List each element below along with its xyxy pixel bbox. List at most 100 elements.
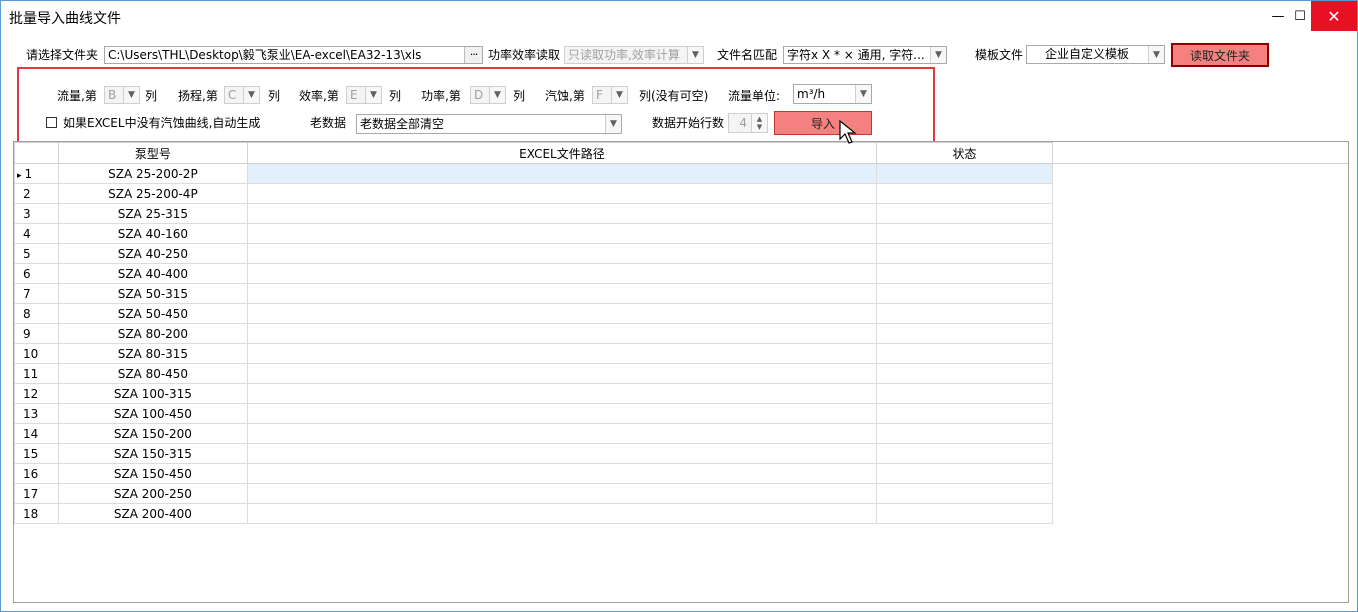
cell-model[interactable]: SZA 150-315 (57, 443, 248, 464)
start-row-stepper[interactable]: 4 ▲ ▼ (728, 113, 768, 133)
cell-model[interactable]: SZA 80-450 (57, 363, 248, 384)
cell-model[interactable]: SZA 40-400 (57, 263, 248, 284)
table-row[interactable]: ▸ 1 SZA 25-200-2P (14, 163, 1349, 184)
cell-excel-path[interactable] (246, 403, 878, 424)
cell-excel-path[interactable] (246, 443, 878, 464)
table-row[interactable]: 12 SZA 100-315 (14, 383, 1349, 404)
cell-model[interactable]: SZA 40-250 (57, 243, 248, 264)
cell-excel-path[interactable] (246, 263, 878, 284)
cell-model[interactable]: SZA 50-315 (57, 283, 248, 304)
flow-unit-select[interactable]: m³/h ▼ (793, 84, 872, 104)
cell-model[interactable]: SZA 40-160 (57, 223, 248, 244)
table-row[interactable]: 7 SZA 50-315 (14, 283, 1349, 304)
row-number[interactable]: 13 (14, 403, 59, 424)
cell-excel-path[interactable] (246, 383, 878, 404)
close-button[interactable]: ✕ (1311, 1, 1357, 31)
row-number[interactable]: 15 (14, 443, 59, 464)
cell-status[interactable] (876, 483, 1053, 504)
template-select[interactable]: 企业自定义模板 ▼ (1026, 45, 1165, 64)
row-number[interactable]: 7 (14, 283, 59, 304)
cell-excel-path[interactable] (246, 183, 878, 204)
cell-excel-path[interactable] (246, 323, 878, 344)
row-number[interactable]: 5 (14, 243, 59, 264)
table-row[interactable]: 5 SZA 40-250 (14, 243, 1349, 264)
pump-data-grid[interactable]: 泵型号 EXCEL文件路径 状态 ▸ 1 SZA 25-200-2P 2 SZA 25-… (13, 141, 1349, 603)
cell-model[interactable]: SZA 25-315 (57, 203, 248, 224)
head-col-select[interactable]: C ▼ (224, 86, 260, 104)
table-row[interactable]: 6 SZA 40-400 (14, 263, 1349, 284)
cell-status[interactable] (876, 403, 1053, 424)
old-data-select[interactable]: 老数据全部清空 ▼ (356, 114, 622, 134)
table-row[interactable]: 11 SZA 80-450 (14, 363, 1349, 384)
cell-excel-path[interactable] (246, 283, 878, 304)
cell-status[interactable] (876, 463, 1053, 484)
folder-path-input[interactable]: C:\Users\THL\Desktop\毅飞泵业\EA-excel\EA32-… (104, 46, 483, 64)
table-row[interactable]: 10 SZA 80-315 (14, 343, 1349, 364)
cell-status[interactable] (876, 303, 1053, 324)
row-number[interactable]: 9 (14, 323, 59, 344)
table-row[interactable]: 17 SZA 200-250 (14, 483, 1349, 504)
power-efficiency-select[interactable]: 只读取功率,效率计算 ▼ (564, 46, 704, 64)
browse-folder-button[interactable]: ··· (464, 47, 482, 63)
cell-excel-path[interactable] (246, 363, 878, 384)
cell-excel-path[interactable] (246, 223, 878, 244)
cell-excel-path[interactable] (246, 483, 878, 504)
cell-status[interactable] (876, 163, 1053, 184)
cell-model[interactable]: SZA 150-450 (57, 463, 248, 484)
cell-model[interactable]: SZA 200-250 (57, 483, 248, 504)
row-number[interactable]: 8 (14, 303, 59, 324)
row-number[interactable]: ▸ 1 (14, 163, 59, 184)
cell-excel-path[interactable] (246, 303, 878, 324)
read-folder-button[interactable]: 读取文件夹 (1171, 43, 1269, 67)
npsh-col-select[interactable]: F ▼ (592, 86, 628, 104)
col-header-path[interactable]: EXCEL文件路径 (246, 142, 878, 164)
cell-status[interactable] (876, 223, 1053, 244)
row-number[interactable]: 6 (14, 263, 59, 284)
cell-model[interactable]: SZA 150-200 (57, 423, 248, 444)
cell-model[interactable]: SZA 200-400 (57, 503, 248, 524)
flow-col-select[interactable]: B ▼ (104, 86, 140, 104)
table-row[interactable]: 3 SZA 25-315 (14, 203, 1349, 224)
cell-excel-path[interactable] (246, 463, 878, 484)
row-number[interactable]: 18 (14, 503, 59, 524)
row-number[interactable]: 14 (14, 423, 59, 444)
row-number[interactable]: 12 (14, 383, 59, 404)
cell-excel-path[interactable] (246, 343, 878, 364)
table-row[interactable]: 2 SZA 25-200-4P (14, 183, 1349, 204)
cell-model[interactable]: SZA 80-200 (57, 323, 248, 344)
table-row[interactable]: 13 SZA 100-450 (14, 403, 1349, 424)
cell-excel-path[interactable] (246, 423, 878, 444)
row-number[interactable]: 17 (14, 483, 59, 504)
table-row[interactable]: 15 SZA 150-315 (14, 443, 1349, 464)
col-header-status[interactable]: 状态 (876, 142, 1053, 164)
cell-model[interactable]: SZA 50-450 (57, 303, 248, 324)
col-header-model[interactable]: 泵型号 (57, 142, 248, 164)
row-number[interactable]: 11 (14, 363, 59, 384)
cell-excel-path[interactable] (246, 503, 878, 524)
cell-status[interactable] (876, 503, 1053, 524)
cell-model[interactable]: SZA 100-450 (57, 403, 248, 424)
table-row[interactable]: 8 SZA 50-450 (14, 303, 1349, 324)
cell-status[interactable] (876, 283, 1053, 304)
filename-match-select[interactable]: 字符x X * × 通用, 字符... ▼ (783, 46, 947, 64)
table-row[interactable]: 9 SZA 80-200 (14, 323, 1349, 344)
row-number[interactable]: 16 (14, 463, 59, 484)
cell-status[interactable] (876, 263, 1053, 284)
cell-excel-path[interactable] (246, 203, 878, 224)
row-number[interactable]: 3 (14, 203, 59, 224)
cell-model[interactable]: SZA 25-200-2P (57, 163, 248, 184)
auto-npsh-checkbox[interactable] (46, 117, 57, 128)
cell-status[interactable] (876, 243, 1053, 264)
table-row[interactable]: 18 SZA 200-400 (14, 503, 1349, 524)
cell-model[interactable]: SZA 80-315 (57, 343, 248, 364)
table-row[interactable]: 4 SZA 40-160 (14, 223, 1349, 244)
cell-status[interactable] (876, 383, 1053, 404)
power-col-select[interactable]: D ▼ (470, 86, 506, 104)
table-row[interactable]: 16 SZA 150-450 (14, 463, 1349, 484)
cell-status[interactable] (876, 343, 1053, 364)
cell-excel-path[interactable] (246, 243, 878, 264)
row-number[interactable]: 4 (14, 223, 59, 244)
cell-status[interactable] (876, 323, 1053, 344)
table-row[interactable]: 14 SZA 150-200 (14, 423, 1349, 444)
efficiency-col-select[interactable]: E ▼ (346, 86, 382, 104)
